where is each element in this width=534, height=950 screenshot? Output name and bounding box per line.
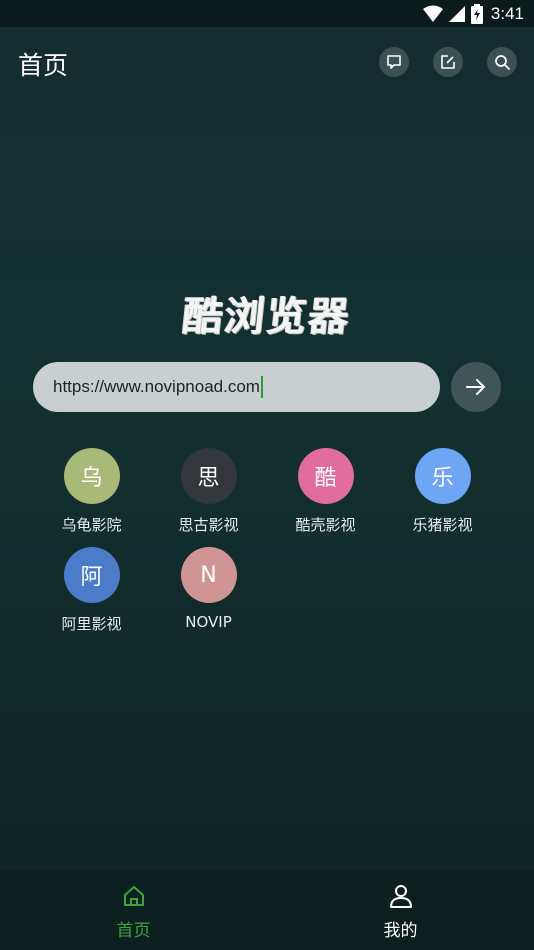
shortcut-label: 酷壳影视 <box>295 516 356 534</box>
home-icon <box>123 886 144 906</box>
page-title: 首页 <box>18 51 69 80</box>
search-button[interactable] <box>487 47 517 77</box>
wifi-icon <box>422 5 443 22</box>
shortcut-avatar: 酷 <box>297 448 354 504</box>
shortcut-avatar: 乐 <box>414 448 471 504</box>
bottom-nav: 首页 我的 <box>0 870 534 950</box>
nav-mine-label: 我的 <box>383 921 418 941</box>
nav-home-label: 首页 <box>116 921 151 941</box>
nav-mine[interactable]: 我的 <box>267 870 534 950</box>
edit-button[interactable] <box>433 47 463 77</box>
url-input[interactable]: https://www.novipnoad.com <box>33 362 440 412</box>
status-clock: 3:41 <box>490 3 524 23</box>
go-button[interactable] <box>451 362 501 412</box>
text-cursor <box>260 376 263 398</box>
search-icon <box>495 55 510 70</box>
shortcut-avatar: 阿 <box>63 547 120 603</box>
shortcut-item[interactable]: 乐 乐猪影视 <box>384 448 501 535</box>
app-logo-text: 酷浏览器 <box>180 293 354 340</box>
shortcut-grid: 乌 乌龟影院 思 思古影视 酷 酷壳影视 乐 乐猪影视 阿 阿里影视 N NOV… <box>33 448 501 634</box>
arrow-right-icon <box>466 379 485 395</box>
edit-icon <box>441 55 455 69</box>
shortcut-label: 乌龟影院 <box>61 516 122 534</box>
shortcut-avatar: 思 <box>180 448 237 504</box>
cell-signal-icon <box>448 5 465 22</box>
shortcut-label: 阿里影视 <box>61 615 122 633</box>
app-header: 首页 <box>0 27 534 95</box>
message-button[interactable] <box>379 47 409 77</box>
url-input-value: https://www.novipnoad.com <box>53 377 260 396</box>
nav-home[interactable]: 首页 <box>0 870 267 950</box>
shortcut-label: 思古影视 <box>178 516 239 534</box>
status-bar: 3:41 <box>0 0 534 27</box>
shortcut-item[interactable]: 思 思古影视 <box>150 448 267 535</box>
battery-icon <box>470 3 483 24</box>
shortcut-label: NOVIP <box>185 613 232 631</box>
shortcut-item[interactable]: N NOVIP <box>150 547 267 634</box>
user-icon <box>389 885 412 908</box>
shortcut-avatar: 乌 <box>63 448 120 504</box>
message-icon <box>387 55 401 69</box>
shortcut-item[interactable]: 酷 酷壳影视 <box>267 448 384 535</box>
shortcut-item[interactable]: 乌 乌龟影院 <box>33 448 150 535</box>
shortcut-avatar: N <box>180 547 237 603</box>
shortcut-item[interactable]: 阿 阿里影视 <box>33 547 150 634</box>
shortcut-label: 乐猪影视 <box>412 516 473 534</box>
